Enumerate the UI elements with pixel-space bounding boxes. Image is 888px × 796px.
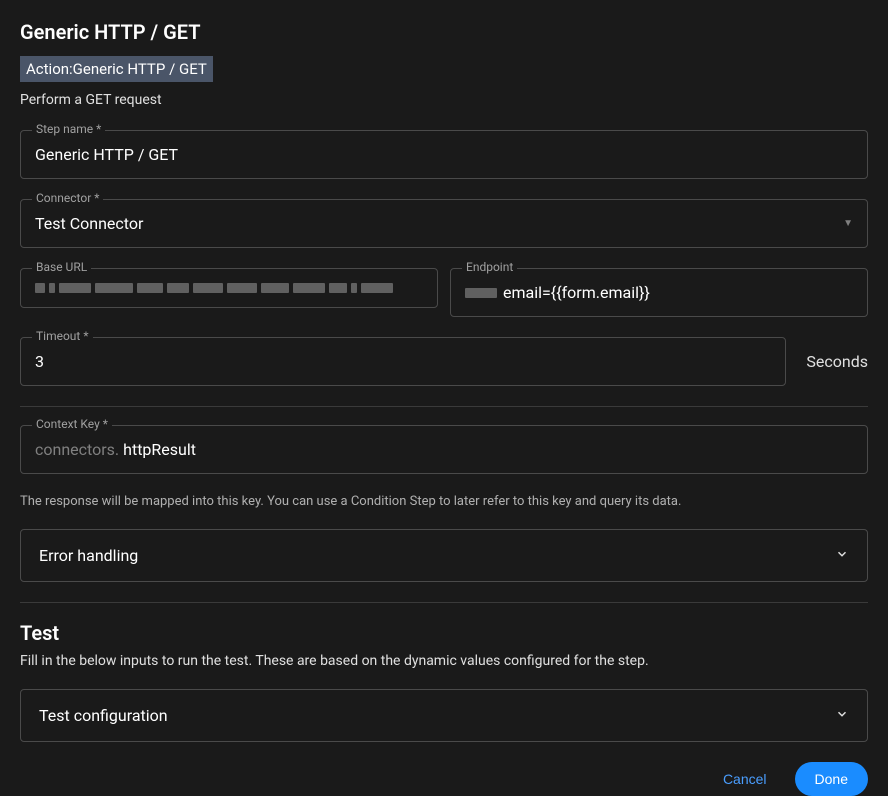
redacted-content [35,283,423,293]
context-key-prefix: connectors. [35,440,119,459]
chevron-down-icon [835,707,849,725]
page-title: Generic HTTP / GET [20,20,868,44]
divider [20,406,868,407]
timeout-field: Timeout * [20,337,786,386]
endpoint-input[interactable]: email={{form.email}} [450,268,868,317]
connector-field: Connector * Test Connector ▼ [20,199,868,248]
subtitle: Perform a GET request [20,92,868,108]
test-section-desc: Fill in the below inputs to run the test… [20,653,868,669]
context-key-help: The response will be mapped into this ke… [20,494,868,509]
endpoint-value: email={{form.email}} [503,283,650,302]
context-key-field: Context Key * connectors. [20,425,868,474]
timeout-input[interactable] [20,337,786,386]
endpoint-label: Endpoint [462,260,517,274]
step-name-field: Step name * [20,130,868,179]
step-name-label: Step name * [32,122,105,136]
dropdown-arrow-icon: ▼ [843,218,853,229]
test-config-accordion[interactable]: Test configuration [20,689,868,742]
error-handling-title: Error handling [39,546,138,565]
timeout-unit: Seconds [806,352,868,371]
context-key-input[interactable] [123,440,853,459]
test-section-title: Test [20,621,868,645]
cancel-button[interactable]: Cancel [711,763,779,795]
base-url-label: Base URL [32,260,91,274]
context-key-wrapper[interactable]: connectors. [20,425,868,474]
endpoint-field: Endpoint email={{form.email}} [450,268,868,317]
connector-label: Connector * [32,191,103,205]
context-key-label: Context Key * [32,417,112,431]
divider [20,602,868,603]
footer: Cancel Done [20,762,868,796]
endpoint-redacted-prefix [465,288,497,298]
timeout-label: Timeout * [32,329,93,343]
test-config-title: Test configuration [39,706,168,725]
error-handling-accordion[interactable]: Error handling [20,529,868,582]
done-button[interactable]: Done [795,762,868,796]
action-badge: Action:Generic HTTP / GET [20,56,213,82]
base-url-field: Base URL [20,268,438,317]
chevron-down-icon [835,547,849,565]
step-name-input[interactable] [20,130,868,179]
connector-value: Test Connector [35,214,143,233]
connector-select[interactable]: Test Connector ▼ [20,199,868,248]
base-url-input [20,268,438,308]
